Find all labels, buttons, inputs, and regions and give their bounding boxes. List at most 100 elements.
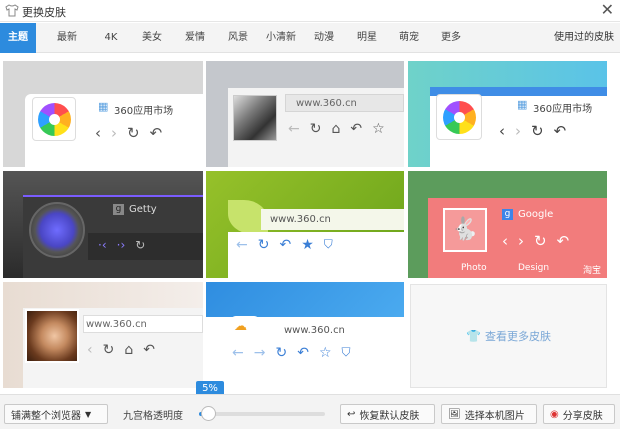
back-icon: ‹ [499, 122, 505, 140]
forward-icon: › [518, 232, 524, 250]
category-tabs: 主题 最新 4K 美女 爱情 风景 小清新 动漫 明星 萌宠 更多 使用过的皮肤 [0, 23, 620, 53]
rainbow-cloud-icon: ☁ [234, 319, 247, 334]
skin-tile-coral[interactable]: 🐇 g Google ‹ › ↻ ↶ Photo Design 淘宝 [408, 171, 607, 278]
shield-icon: ⛉ [341, 345, 351, 359]
back-icon: ‹ [87, 342, 93, 358]
refresh-icon: ↻ [309, 121, 322, 137]
refresh-icon: ↻ [531, 122, 544, 140]
tab-love[interactable]: 爱情 [178, 23, 212, 53]
skin-tile-portrait-color[interactable]: www.360.cn ‹ ↻ ⌂ ↶ [3, 282, 203, 388]
tab-4k[interactable]: 4K [98, 23, 124, 53]
slider-handle[interactable] [201, 406, 216, 421]
close-icon[interactable]: ✕ [601, 1, 614, 19]
tab-scenery[interactable]: 风景 [223, 23, 253, 53]
refresh-icon: ↻ [534, 232, 547, 250]
star-icon: ★ [301, 237, 314, 253]
restore-label: 恢复默认皮肤 [359, 410, 420, 422]
getty-badge-icon: g [113, 204, 124, 215]
share-skin-button[interactable]: ◉ 分享皮肤 [543, 404, 615, 424]
skin-tile-dark[interactable]: g Getty ·‹ ·› ↻ [3, 171, 203, 278]
undo-icon: ↶ [149, 124, 163, 142]
share-label: 分享皮肤 [562, 410, 603, 422]
bookmark-taobao: 淘宝 [583, 266, 602, 276]
nav-buttons: ·‹ ·› ↻ [98, 238, 145, 252]
back-icon: ·‹ [98, 238, 107, 252]
nav-buttons: ← ↻ ↶ ★ ⛉ [236, 237, 333, 253]
more-skins-tile[interactable]: 👕 查看更多皮肤 [410, 284, 607, 388]
used-skins-link[interactable]: 使用过的皮肤 [554, 23, 614, 53]
undo-icon: ↶ [279, 237, 292, 253]
skin-tile-portrait-bw[interactable]: www.360.cn ← ↻ ⌂ ↶ ☆ [206, 61, 404, 167]
fill-mode-label: 铺满整个浏览器 [11, 410, 81, 422]
home-icon: ⌂ [124, 342, 134, 358]
star-icon: ☆ [372, 121, 385, 137]
google-badge-icon: g [502, 209, 513, 220]
bookmark-photo: Photo [461, 263, 487, 273]
restore-default-button[interactable]: ↩ 恢复默认皮肤 [340, 404, 435, 424]
back-icon: ‹ [502, 232, 508, 250]
more-skins-label: 查看更多皮肤 [484, 330, 551, 343]
bottom-toolbar: 铺满整个浏览器 ▼ 九宫格透明度 ↩ 恢复默认皮肤 🖼 选择本机图片 ◉ 分享皮… [0, 394, 620, 429]
star-icon: ☆ [318, 345, 332, 361]
refresh-icon: ↻ [102, 342, 115, 358]
undo-icon: ↶ [297, 345, 309, 361]
apps-grid-icon: ▦ [98, 100, 109, 113]
share-icon: ◉ [550, 408, 559, 420]
title-bar: 更换皮肤 ✕ [0, 0, 620, 22]
refresh-icon: ↻ [257, 237, 270, 253]
undo-icon: ↶ [556, 232, 570, 250]
tab-beauty[interactable]: 美女 [136, 23, 168, 53]
bookmark-design: Design [518, 263, 550, 273]
color-wheel-icon [443, 101, 476, 134]
skin-tile-blue[interactable]: ☁ www.360.cn ← → ↻ ↶ ☆ ⛉ [206, 282, 404, 388]
nav-buttons: ← ↻ ⌂ ↶ ☆ [288, 121, 385, 137]
apps-grid-icon: ▦ [517, 98, 528, 111]
refresh-icon: ↻ [135, 238, 146, 252]
nav-buttons: ‹ ↻ ⌂ ↶ [87, 342, 155, 358]
home-icon: ⌂ [331, 121, 341, 137]
undo-icon: ↶ [350, 121, 363, 137]
address-text: Google [518, 209, 554, 220]
skin-tile-gray[interactable]: ▦ 360应用市场 ‹ › ↻ ↶ [3, 61, 203, 167]
opacity-slider[interactable] [199, 412, 325, 416]
refresh-icon: ↻ [127, 124, 140, 142]
fill-mode-dropdown[interactable]: 铺满整个浏览器 ▼ [4, 404, 108, 424]
choose-local-image-button[interactable]: 🖼 选择本机图片 [441, 404, 537, 424]
nav-buttons: ‹ › ↻ ↶ [95, 124, 162, 142]
address-text: www.360.cn [284, 325, 345, 336]
app-icon-frame [32, 97, 76, 141]
shirt-icon: 👕 [466, 329, 481, 343]
undo-icon: ↶ [143, 342, 155, 358]
forward-icon: › [515, 122, 521, 140]
refresh-icon: ↻ [275, 345, 288, 361]
address-text: www.360.cn [296, 98, 357, 109]
shirt-icon [5, 4, 19, 17]
back-icon: ← [236, 237, 248, 253]
tab-newest[interactable]: 最新 [50, 23, 84, 53]
opacity-label: 九宫格透明度 [123, 411, 183, 422]
forward-icon: › [111, 124, 117, 142]
nav-buttons: ‹ › ↻ ↶ [502, 232, 569, 250]
tab-star[interactable]: 明星 [352, 23, 382, 53]
forward-icon: → [253, 345, 266, 361]
address-text: Getty [129, 204, 157, 215]
undo-icon: ↶ [553, 122, 567, 140]
address-text: www.360.cn [86, 319, 147, 330]
color-wheel-icon [38, 103, 71, 136]
dial-icon [29, 202, 85, 258]
chevron-down-icon: ▼ [85, 409, 92, 419]
back-icon: ← [288, 121, 300, 137]
tab-more[interactable]: 更多 [436, 23, 466, 53]
tab-fresh[interactable]: 小清新 [262, 23, 300, 53]
skin-tile-green[interactable]: www.360.cn ← ↻ ↶ ★ ⛉ [206, 171, 404, 278]
portrait-photo [233, 95, 277, 141]
address-text: 360应用市场 [114, 106, 174, 117]
rabbit-icon: 🐇 [443, 208, 487, 252]
nav-buttons: ← → ↻ ↶ ☆ ⛉ [232, 345, 351, 361]
tab-theme[interactable]: 主题 [0, 23, 36, 53]
choose-local-image-label: 选择本机图片 [464, 410, 525, 422]
tab-pets[interactable]: 萌宠 [394, 23, 424, 53]
skin-tile-teal[interactable]: ▦ 360应用市场 ‹ › ↻ ↶ [408, 61, 607, 167]
window-title: 更换皮肤 [22, 6, 66, 19]
tab-anime[interactable]: 动漫 [309, 23, 339, 53]
